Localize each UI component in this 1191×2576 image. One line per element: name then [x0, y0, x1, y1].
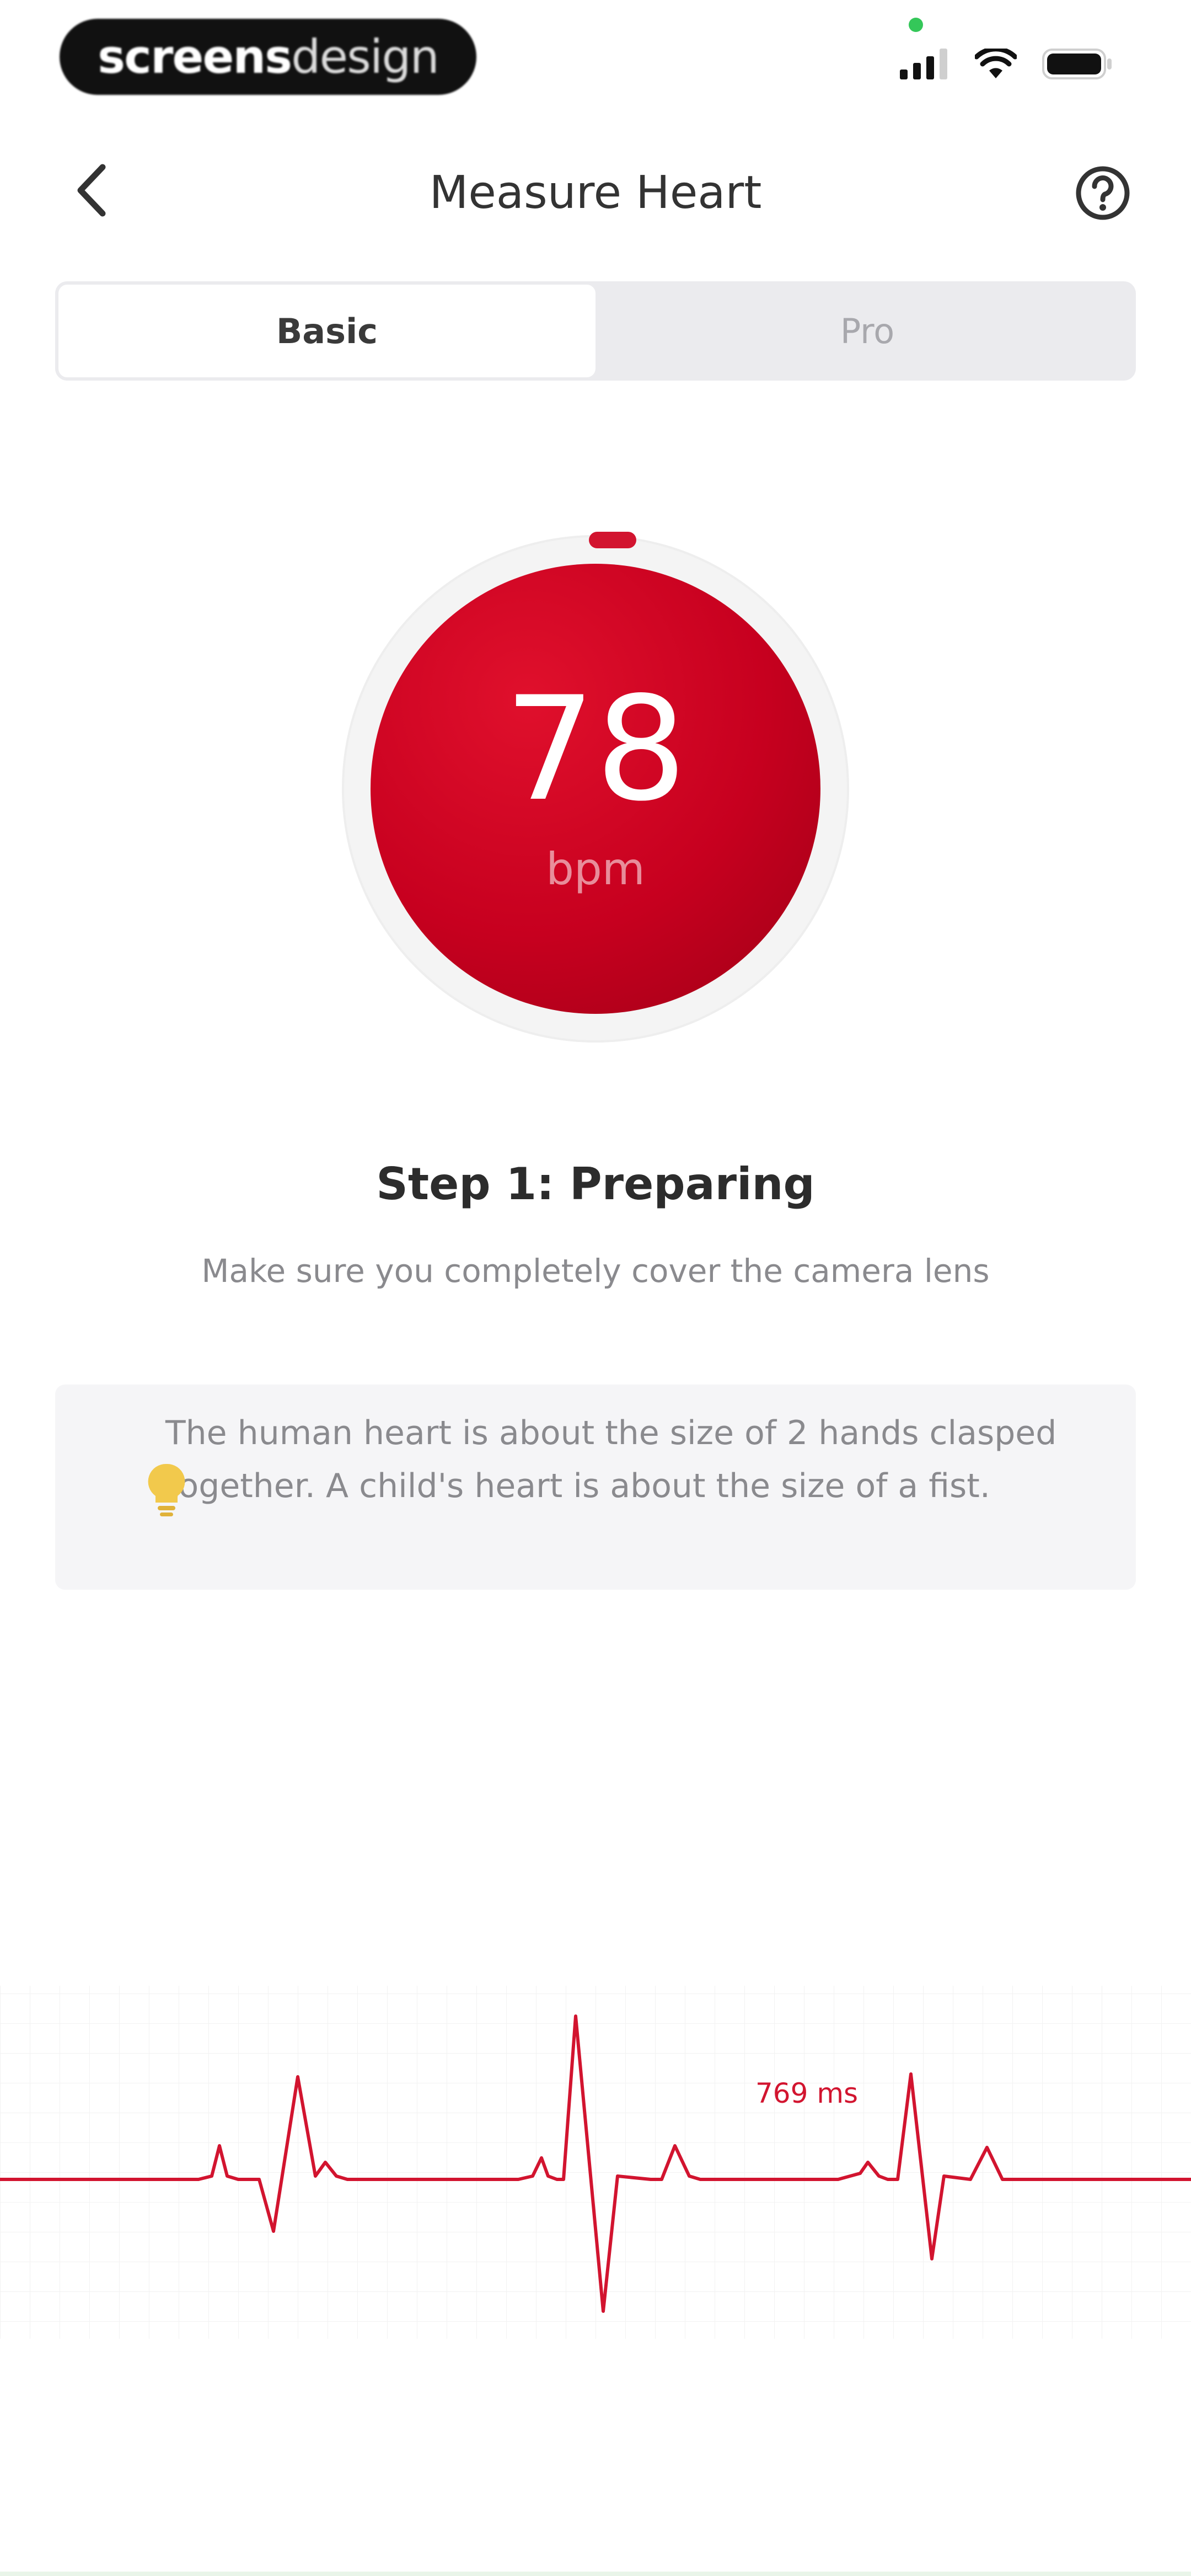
status-bar: screens design	[0, 0, 1191, 116]
step-description: Make sure you completely cover the camer…	[201, 1252, 990, 1290]
page-title: Measure Heart	[429, 167, 762, 219]
status-icons	[900, 47, 1114, 81]
tip-text: The human heart is about the size of 2 h…	[165, 1414, 1057, 1505]
cellular-signal-icon	[900, 49, 947, 79]
help-circle-icon	[1076, 166, 1130, 220]
heart-rate-display: 78 bpm	[371, 564, 820, 1014]
ecg-interval-label: 769 ms	[755, 2077, 858, 2109]
heart-rate-unit: bpm	[546, 843, 645, 895]
brand-logo: screens design	[60, 19, 476, 95]
wifi-icon	[975, 49, 1017, 78]
chevron-left-icon	[77, 164, 106, 217]
brand-logo-light: design	[291, 30, 439, 84]
ecg-grid	[0, 1986, 1191, 2339]
bottom-edge	[0, 2572, 1191, 2576]
tab-basic[interactable]: Basic	[55, 281, 599, 381]
back-button[interactable]	[61, 160, 121, 221]
progress-ring-marker	[589, 532, 636, 548]
help-button[interactable]	[1070, 160, 1136, 226]
battery-icon	[1042, 49, 1112, 79]
brand-logo-strong: screens	[98, 30, 292, 84]
tip-card: The human heart is about the size of 2 h…	[55, 1385, 1136, 1590]
step-title: Step 1: Preparing	[376, 1158, 815, 1210]
mode-segmented-control: Basic Pro	[55, 281, 1136, 381]
header: Measure Heart	[0, 138, 1191, 248]
privacy-indicator-dot	[909, 18, 923, 32]
heart-rate-value: 78	[504, 666, 687, 833]
ecg-waveform-chart: 769 ms	[0, 1986, 1191, 2339]
lightbulb-icon	[148, 1463, 185, 1516]
tab-pro[interactable]: Pro	[599, 281, 1136, 381]
